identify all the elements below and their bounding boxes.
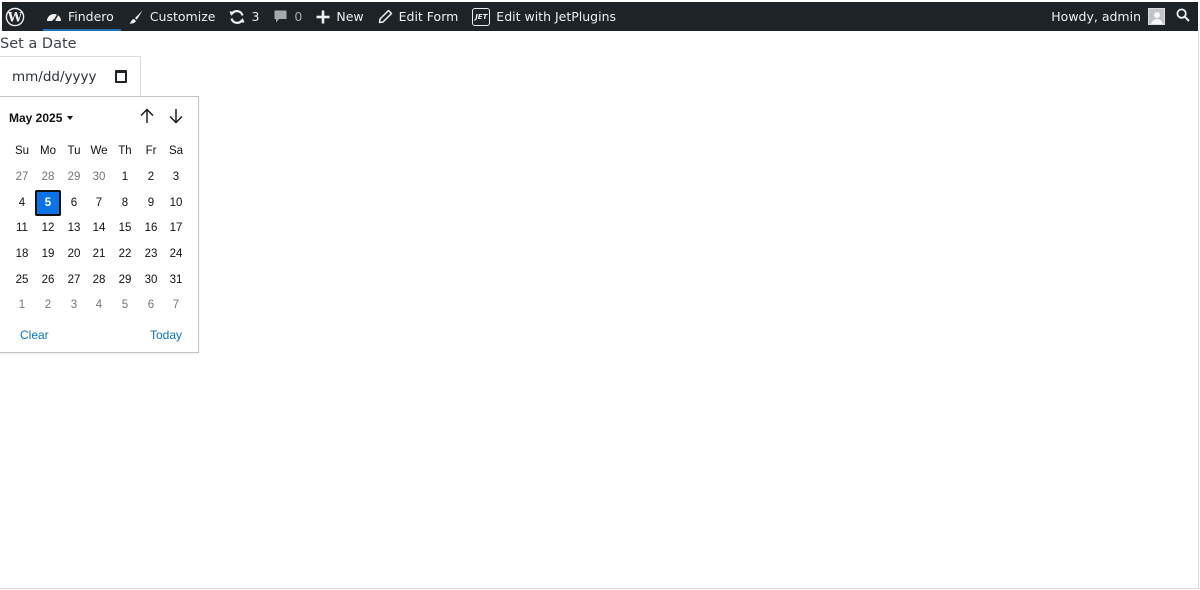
calendar-day[interactable]: 15: [112, 215, 138, 241]
calendar-day[interactable]: 4: [86, 292, 112, 318]
calendar-day[interactable]: 3: [163, 164, 189, 190]
brush-icon: [128, 9, 144, 25]
edit-form-label: Edit Form: [398, 9, 459, 24]
customize-link[interactable]: Customize: [121, 2, 223, 31]
calendar-day[interactable]: 10: [163, 190, 189, 216]
today-button[interactable]: Today: [150, 328, 182, 342]
calendar-day[interactable]: 20: [61, 241, 87, 267]
avatar: [1148, 8, 1165, 25]
plus-icon: [316, 10, 330, 24]
weekday-header: Mo: [40, 145, 56, 157]
wordpress-menu[interactable]: W: [2, 2, 39, 31]
calendar-day[interactable]: 12: [35, 215, 61, 241]
calendar-day[interactable]: 23: [138, 241, 164, 267]
weekday-header: Su: [14, 145, 30, 157]
calendar-day[interactable]: 9: [138, 190, 164, 216]
wordpress-icon: W: [5, 7, 25, 27]
date-field-label: Set a Date: [0, 36, 77, 52]
calendar-day[interactable]: 5: [112, 292, 138, 318]
updates-count: 3: [251, 9, 260, 24]
calendar-day[interactable]: 22: [112, 241, 138, 267]
updates-link[interactable]: 3: [222, 2, 266, 31]
admin-bar-secondary: Howdy, admin: [1044, 2, 1198, 31]
month-year-select[interactable]: May 2025: [9, 111, 74, 125]
calendar-day[interactable]: 4: [9, 190, 35, 216]
calendar-day-selected[interactable]: 5: [35, 190, 61, 216]
jet-badge: JET: [472, 7, 491, 26]
calendar-day[interactable]: 1: [9, 292, 35, 318]
admin-bar: W Findero Customize 3 0 New Edit Form JE…: [2, 2, 1198, 31]
jet-icon: JET: [472, 7, 491, 26]
calendar-day[interactable]: 6: [61, 190, 87, 216]
arrow-up-icon[interactable]: [138, 107, 156, 125]
calendar-day[interactable]: 27: [61, 267, 87, 293]
customize-label: Customize: [149, 9, 216, 24]
edit-form-link[interactable]: Edit Form: [371, 2, 466, 31]
calendar-day[interactable]: 24: [163, 241, 189, 267]
weekday-header: Sa: [168, 145, 184, 157]
calendar-day[interactable]: 28: [86, 267, 112, 293]
calendar-day[interactable]: 30: [138, 267, 164, 293]
search-toggle[interactable]: [1172, 2, 1198, 31]
calendar-day[interactable]: 8: [112, 190, 138, 216]
calendar-day[interactable]: 13: [61, 215, 87, 241]
edit-jetplugins-label: Edit with JetPlugins: [496, 9, 617, 24]
site-name: Findero: [68, 9, 114, 24]
month-year-label: May 2025: [9, 111, 63, 125]
calendar-day[interactable]: 21: [86, 241, 112, 267]
calendar-icon[interactable]: [115, 70, 127, 83]
frame-border-bottom: [0, 588, 1200, 589]
new-label: New: [336, 9, 364, 24]
comments-link[interactable]: 0: [266, 2, 309, 31]
comment-icon: [273, 9, 288, 24]
clear-button[interactable]: Clear: [20, 328, 49, 342]
caret-down-icon: [67, 116, 74, 120]
search-icon: [1176, 8, 1190, 25]
arrow-down-icon[interactable]: [167, 107, 185, 125]
calendar-day[interactable]: 26: [35, 267, 61, 293]
calendar-day[interactable]: 19: [35, 241, 61, 267]
calendar-day[interactable]: 7: [86, 190, 112, 216]
edit-with-jetplugins-link[interactable]: JET Edit with JetPlugins: [465, 2, 623, 31]
calendar-day[interactable]: 25: [9, 267, 35, 293]
site-name-link[interactable]: Findero: [39, 2, 121, 31]
date-picker-popup: May 2025 Su Mo Tu We Th Fr Sa 27 28 29 30 1 2 3 4 5 6 7 8 9…: [0, 96, 199, 353]
comments-count: 0: [294, 9, 303, 24]
calendar-day[interactable]: 2: [138, 164, 164, 190]
calendar-day[interactable]: 1: [112, 164, 138, 190]
refresh-icon: [229, 9, 245, 25]
calendar-day[interactable]: 30: [86, 164, 112, 190]
weekday-header: Th: [118, 145, 132, 157]
calendar-day[interactable]: 29: [112, 267, 138, 293]
calendar-day[interactable]: 3: [61, 292, 87, 318]
my-account-menu[interactable]: Howdy, admin: [1044, 2, 1172, 31]
calendar-day[interactable]: 27: [9, 164, 35, 190]
new-content-link[interactable]: New: [309, 2, 370, 31]
calendar-day[interactable]: 28: [35, 164, 61, 190]
weekday-header: Tu: [67, 145, 81, 157]
calendar-day[interactable]: 16: [138, 215, 164, 241]
calendar-day[interactable]: 11: [9, 215, 35, 241]
date-input[interactable]: mm/dd/yyyy: [0, 56, 141, 97]
calendar-day[interactable]: 2: [35, 292, 61, 318]
frame-border-right: [1198, 31, 1199, 588]
pencil-icon: [378, 9, 393, 24]
calendar-day[interactable]: 31: [163, 267, 189, 293]
date-input-placeholder: mm/dd/yyyy: [12, 68, 97, 85]
calendar-day[interactable]: 14: [86, 215, 112, 241]
weekday-header: We: [90, 145, 108, 157]
dashboard-icon: [46, 10, 62, 24]
calendar-day[interactable]: 7: [163, 292, 189, 318]
howdy-label: Howdy, admin: [1051, 9, 1141, 24]
calendar-day[interactable]: 29: [61, 164, 87, 190]
svg-text:W: W: [7, 10, 23, 25]
calendar-day[interactable]: 17: [163, 215, 189, 241]
weekday-header: Fr: [145, 145, 157, 157]
calendar-day[interactable]: 6: [138, 292, 164, 318]
calendar-day[interactable]: 18: [9, 241, 35, 267]
